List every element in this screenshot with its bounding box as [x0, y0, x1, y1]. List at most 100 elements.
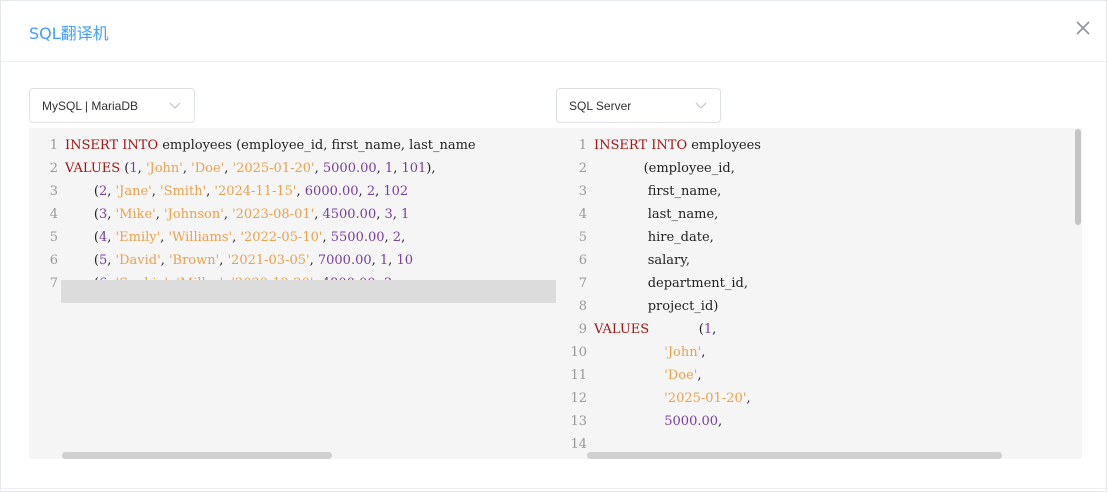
dialog-header: SQL翻译机	[1, 1, 1108, 62]
sql-text: ,	[392, 207, 402, 222]
sql-number: 1	[379, 253, 389, 268]
sql-number: 5500.00	[330, 230, 385, 245]
code-line: 11 'Doe',	[556, 364, 701, 387]
sql-number: 102	[383, 184, 409, 199]
sql-text: (employee_id,	[594, 161, 735, 176]
sql-string: 'Johnson'	[164, 207, 224, 222]
sql-text: ,	[358, 184, 367, 199]
sql-text: ,	[223, 207, 233, 222]
sql-number: 1	[384, 161, 394, 176]
sql-text: ,	[712, 322, 717, 337]
code-line: 13 5000.00,	[556, 410, 722, 433]
sql-number: 1	[129, 161, 138, 176]
sql-text: ,	[371, 253, 380, 268]
source-sql-editor[interactable]: 7 (6, 'Sophia', 'Miller', '2020-12-20', …	[29, 128, 556, 459]
code-line: 3 first_name,	[556, 180, 722, 203]
close-icon[interactable]	[1072, 17, 1094, 39]
sql-text: ,	[376, 161, 385, 176]
sql-string: 'Jane'	[115, 184, 152, 199]
line-number: 1	[49, 138, 58, 153]
sql-text: project_id)	[594, 299, 719, 314]
sql-string: '2021-03-05'	[227, 253, 310, 268]
sql-text: ,	[137, 161, 146, 176]
sql-number: 2	[392, 230, 402, 245]
line-number: 3	[578, 184, 587, 199]
sql-string: 'Brown'	[168, 253, 220, 268]
sql-number: 5000.00	[322, 161, 377, 176]
sql-text: (	[65, 184, 99, 199]
sql-number: 1	[703, 322, 713, 337]
line-number: 4	[578, 207, 587, 222]
sql-string: 'Mike'	[115, 207, 156, 222]
sql-text: (	[65, 230, 99, 245]
sql-text: ,	[107, 207, 116, 222]
sql-text: ,	[746, 391, 751, 406]
dialog-footer-divider	[1, 488, 1108, 489]
horizontal-scrollbar[interactable]	[62, 452, 332, 459]
sql-text: (	[649, 322, 704, 337]
sql-text: (	[120, 161, 130, 176]
target-sql-editor[interactable]: 14 13 5000.00, 12 '2025-01-20', 11 'Doe', 10…	[556, 128, 1082, 459]
line-number: 7	[49, 276, 58, 291]
vertical-scrollbar[interactable]	[1075, 129, 1081, 225]
sql-text: ,	[224, 161, 233, 176]
sql-text: ),	[426, 161, 436, 176]
dialog-title: SQL翻译机	[29, 24, 109, 43]
sql-text: salary,	[594, 253, 691, 268]
source-dialect-value: MySQL | MariaDB	[42, 99, 139, 113]
sql-string: 'Smith'	[160, 184, 207, 199]
line-number: 3	[49, 184, 58, 199]
code-line: 10 'John',	[556, 341, 705, 364]
sql-string: '2025-01-20'	[664, 391, 747, 406]
sql-number: 1	[401, 207, 410, 222]
line-number: 2	[49, 161, 58, 176]
line-number: 10	[570, 345, 587, 360]
sql-text: ,	[697, 368, 702, 383]
sql-text: ,	[107, 253, 116, 268]
sql-text: ,	[160, 253, 169, 268]
code-line: 6 (5, 'David', 'Brown', '2021-03-05', 70…	[29, 249, 413, 272]
sql-text: ,	[309, 253, 318, 268]
horizontal-scrollbar[interactable]	[587, 452, 1002, 459]
sql-number: 4500.00	[322, 207, 377, 222]
source-dialect-select[interactable]: MySQL | MariaDB	[29, 88, 195, 123]
target-dialect-select[interactable]: SQL Server	[556, 88, 721, 123]
sql-string: 'John'	[145, 161, 183, 176]
sql-text: ,	[401, 230, 406, 245]
sql-string: '2022-05-10'	[240, 230, 323, 245]
code-line: 5 hire_date,	[556, 226, 714, 249]
sql-text: last_name,	[594, 207, 719, 222]
line-number: 7	[578, 276, 587, 291]
code-line: 9 VALUES (1,	[556, 318, 717, 341]
code-line: 2 (employee_id,	[556, 157, 735, 180]
code-line: 7 department_id,	[556, 272, 748, 295]
sql-keyword: INSERT INTO	[594, 138, 688, 153]
sql-text: hire_date,	[594, 230, 714, 245]
active-line-highlight	[61, 280, 556, 303]
sql-string: 'Doe'	[664, 368, 698, 383]
sql-number: 101	[401, 161, 427, 176]
sql-number: 10	[396, 253, 413, 268]
chevron-down-icon	[168, 100, 182, 112]
code-line: 1 INSERT INTO employees	[556, 134, 761, 157]
sql-text: ,	[107, 184, 116, 199]
line-number: 8	[578, 299, 587, 314]
sql-text: department_id,	[594, 276, 748, 291]
sql-string: 'David'	[115, 253, 161, 268]
sql-string: 'Williams'	[168, 230, 233, 245]
sql-string: '2023-08-01'	[232, 207, 315, 222]
code-line: 6 salary,	[556, 249, 690, 272]
sql-text: ,	[182, 161, 192, 176]
code-line: 1 INSERT INTO employees (employee_id, fir…	[29, 134, 476, 157]
sql-text: employees (employee_id, first_name, last…	[158, 138, 476, 153]
chevron-down-icon	[694, 100, 708, 112]
line-number: 2	[578, 161, 587, 176]
code-line: 4 last_name,	[556, 203, 719, 226]
sql-keyword: VALUES	[594, 322, 650, 337]
sql-number: 3	[384, 207, 393, 222]
sql-string: '2025-01-20'	[232, 161, 315, 176]
sql-text: (	[65, 253, 99, 268]
